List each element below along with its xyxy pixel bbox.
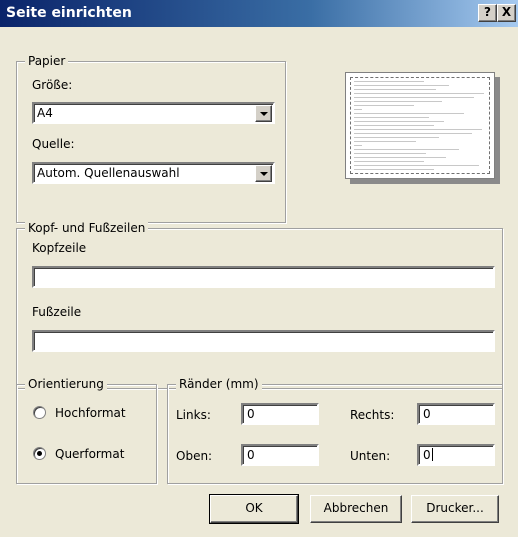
page-preview bbox=[345, 72, 495, 179]
landscape-radio[interactable] bbox=[33, 447, 46, 460]
header-input[interactable] bbox=[32, 266, 495, 288]
cancel-button[interactable]: Abbrechen bbox=[310, 495, 402, 523]
help-button[interactable]: ? bbox=[478, 4, 497, 22]
paper-size-select[interactable]: A4 bbox=[32, 102, 275, 124]
landscape-label[interactable]: Querformat bbox=[55, 447, 124, 461]
printer-button[interactable]: Drucker... bbox=[411, 495, 499, 523]
bottom-margin-value: 0 bbox=[423, 448, 431, 462]
text-caret bbox=[431, 448, 433, 461]
paper-legend: Papier bbox=[25, 53, 69, 69]
bottom-margin-input[interactable]: 0 bbox=[417, 444, 495, 466]
top-margin-label: Oben: bbox=[176, 449, 213, 463]
preview-margin-outline bbox=[350, 77, 490, 174]
window-title: Seite einrichten bbox=[6, 5, 132, 21]
margins-legend: Ränder (mm) bbox=[176, 376, 262, 392]
close-button[interactable]: X bbox=[497, 4, 516, 22]
header-footer-group: Kopf- und Fußzeilen bbox=[16, 220, 503, 389]
footer-input[interactable] bbox=[32, 330, 495, 352]
paper-source-label: Quelle: bbox=[32, 137, 75, 151]
top-margin-input[interactable]: 0 bbox=[241, 444, 319, 466]
chevron-down-icon[interactable] bbox=[255, 165, 272, 182]
portrait-label[interactable]: Hochformat bbox=[55, 406, 126, 420]
paper-size-label: Größe: bbox=[32, 78, 73, 92]
page-setup-dialog: Papier Größe: A4 Quelle: Autom. Quellena… bbox=[0, 27, 518, 537]
right-margin-input[interactable]: 0 bbox=[417, 403, 495, 425]
orientation-group: Orientierung bbox=[16, 376, 157, 484]
header-footer-legend: Kopf- und Fußzeilen bbox=[25, 220, 149, 236]
footer-label: Fußzeile bbox=[32, 305, 82, 319]
portrait-radio[interactable] bbox=[33, 406, 46, 419]
right-margin-label: Rechts: bbox=[350, 408, 395, 422]
left-margin-input[interactable]: 0 bbox=[241, 403, 319, 425]
bottom-margin-label: Unten: bbox=[350, 449, 391, 463]
paper-source-value: Autom. Quellenauswahl bbox=[37, 166, 180, 180]
chevron-down-icon[interactable] bbox=[255, 105, 272, 122]
ok-button[interactable]: OK bbox=[209, 494, 299, 524]
paper-size-value: A4 bbox=[37, 106, 53, 120]
left-margin-label: Links: bbox=[176, 408, 211, 422]
title-bar[interactable]: Seite einrichten ? X bbox=[0, 0, 518, 27]
paper-source-select[interactable]: Autom. Quellenauswahl bbox=[32, 162, 275, 184]
margins-group: Ränder (mm) bbox=[167, 376, 503, 484]
header-label: Kopfzeile bbox=[32, 241, 87, 255]
orientation-legend: Orientierung bbox=[25, 376, 107, 392]
